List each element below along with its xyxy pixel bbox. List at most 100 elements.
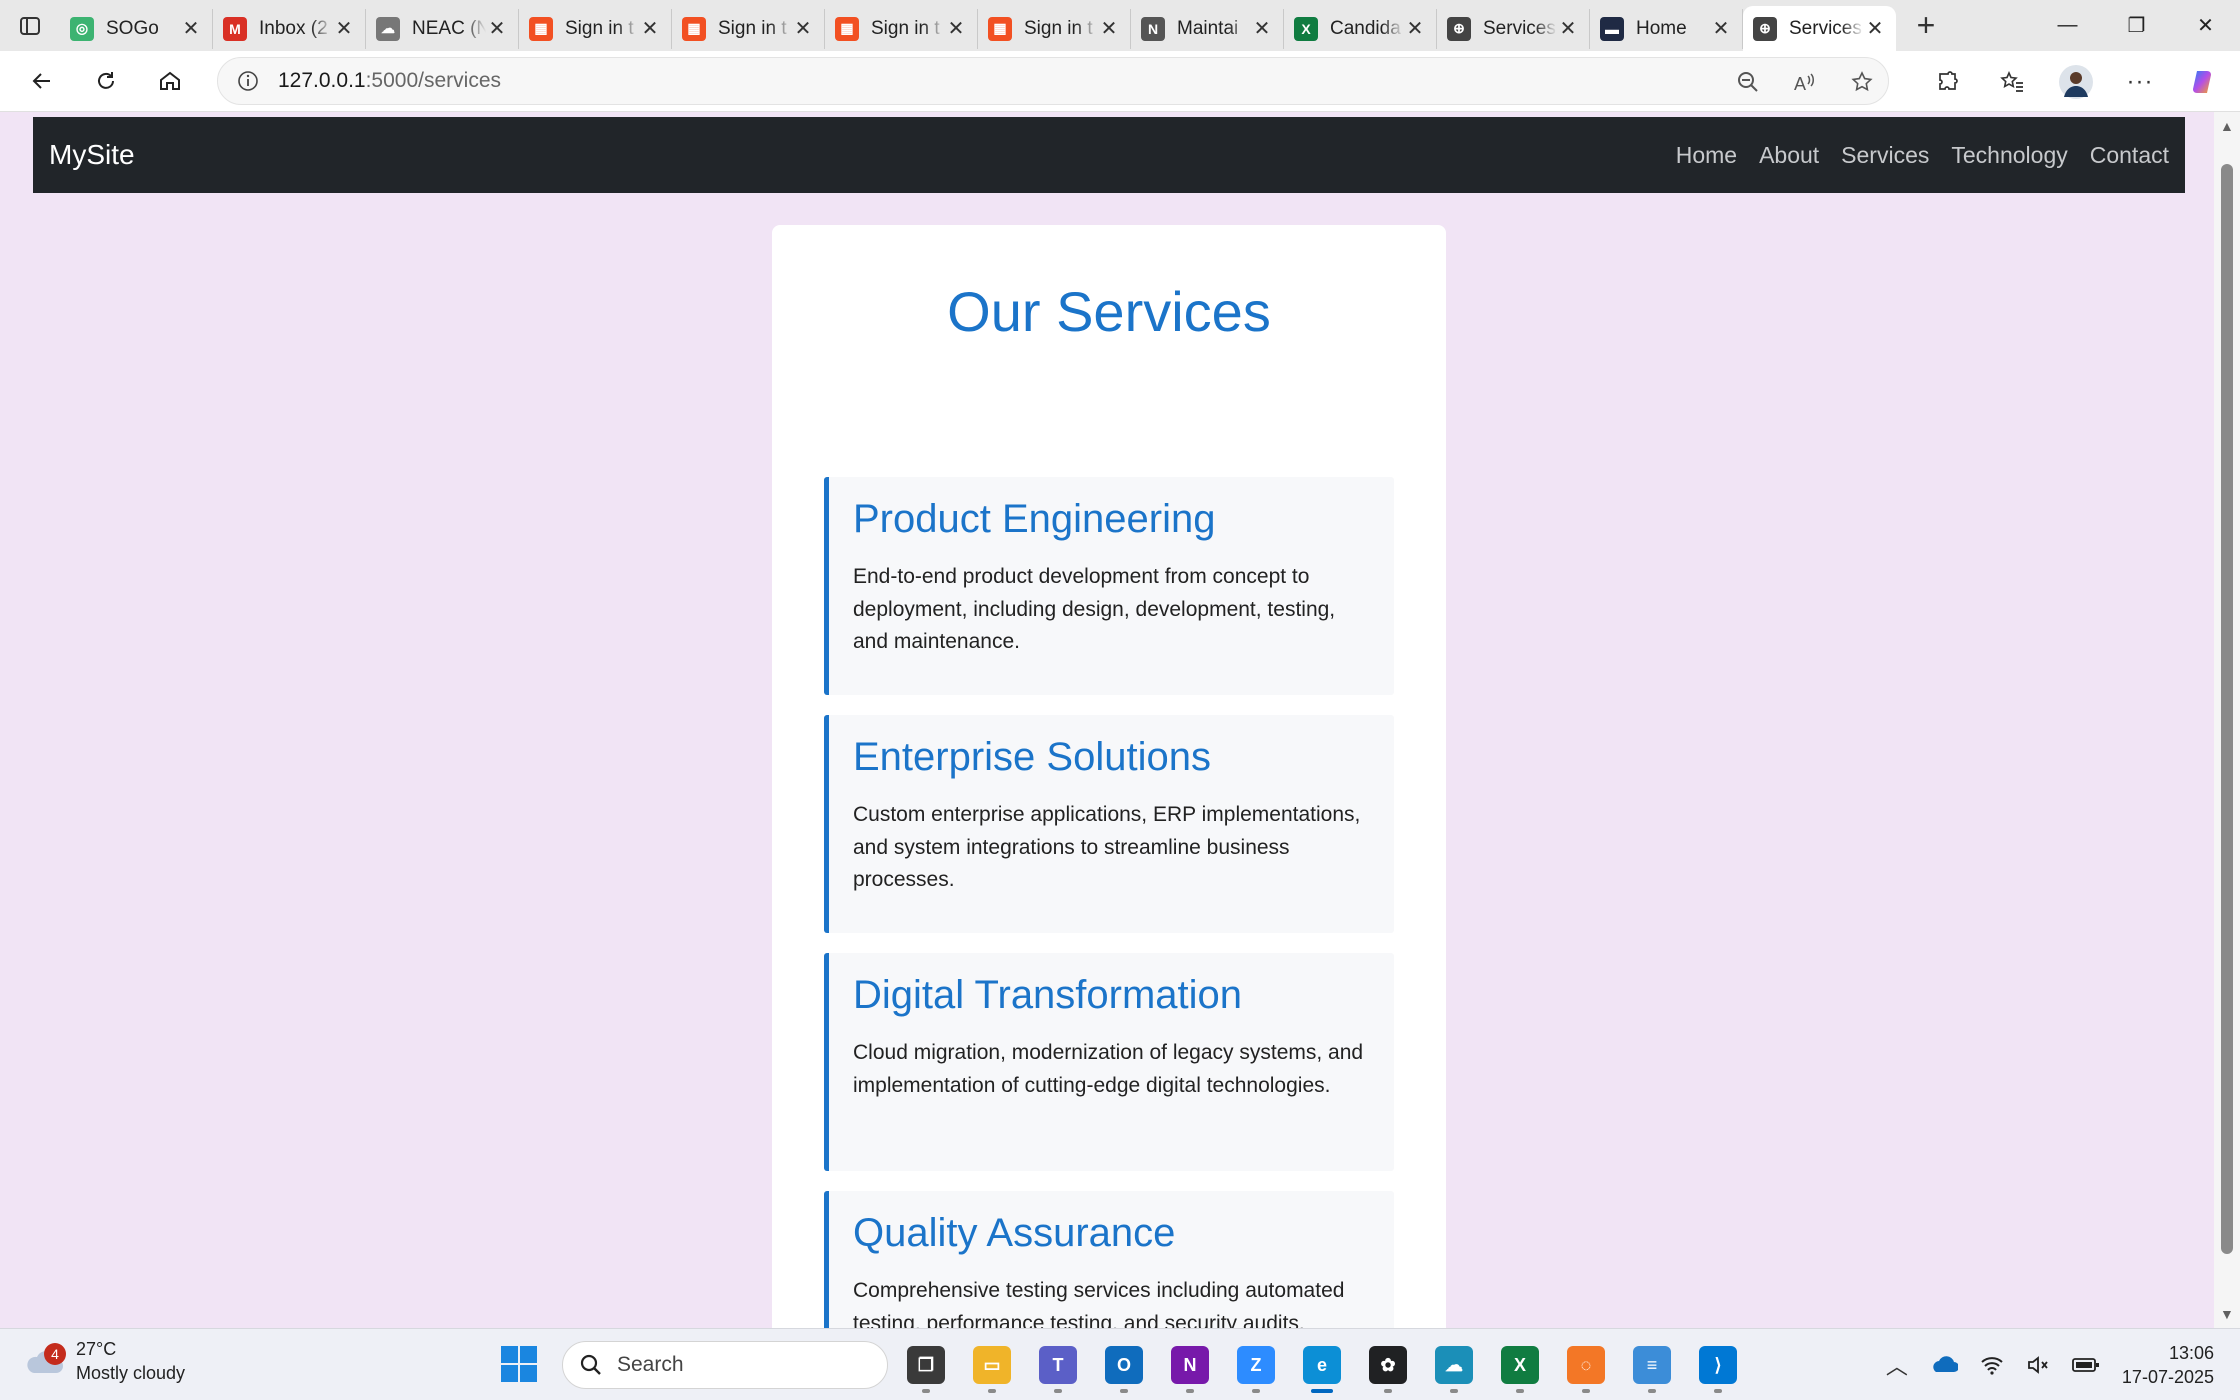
- taskbar-app-notepad[interactable]: ≡: [1628, 1339, 1676, 1393]
- tab-close-icon[interactable]: ✕: [1404, 16, 1426, 41]
- copilot-button[interactable]: [2182, 60, 2226, 104]
- tab-close-icon[interactable]: ✕: [792, 16, 814, 41]
- extensions-button[interactable]: [1926, 60, 1970, 104]
- browser-tab[interactable]: ⊕ Services ✕: [1437, 8, 1590, 49]
- nav-link-services[interactable]: Services: [1841, 142, 1929, 169]
- running-indicator: [1450, 1389, 1458, 1393]
- site-brand[interactable]: MySite: [49, 139, 135, 171]
- new-tab-button[interactable]: +: [1896, 0, 1956, 51]
- browser-tab[interactable]: ▦ Sign in t ✕: [519, 8, 672, 49]
- clock-date: 17-07-2025: [2121, 1367, 2214, 1387]
- browser-tab[interactable]: ▬ Home ✕: [1590, 8, 1743, 49]
- globe-icon: ⊕: [1753, 16, 1777, 41]
- tab-close-icon[interactable]: ✕: [1864, 16, 1886, 41]
- tab-close-icon[interactable]: ✕: [1557, 16, 1579, 41]
- site-info-icon[interactable]: [218, 70, 278, 92]
- excel-icon: X: [1294, 16, 1318, 41]
- tab-close-icon[interactable]: ✕: [1710, 16, 1732, 41]
- weather-condition: Mostly cloudy: [76, 1363, 186, 1383]
- volume-muted-icon[interactable]: [2026, 1354, 2050, 1376]
- tab-title: Sign in t: [1024, 17, 1093, 39]
- running-indicator: [1384, 1389, 1392, 1393]
- close-window-button[interactable]: ✕: [2171, 0, 2240, 51]
- browser-tab[interactable]: N Maintai ✕: [1131, 8, 1284, 49]
- nav-link-about[interactable]: About: [1759, 142, 1819, 169]
- minimize-button[interactable]: —: [2033, 0, 2102, 51]
- taskbar-app-outlook[interactable]: O: [1100, 1339, 1148, 1393]
- taskbar-app-chatgpt[interactable]: ✿: [1364, 1339, 1412, 1393]
- taskbar-app-onenote[interactable]: N: [1166, 1339, 1214, 1393]
- weather-badge: 4: [44, 1343, 66, 1365]
- service-description: End-to-end product development from conc…: [853, 565, 1336, 653]
- taskbar-app-teams[interactable]: T: [1034, 1339, 1082, 1393]
- restore-button[interactable]: ❐: [2102, 0, 2171, 51]
- url-path: :5000/services: [365, 69, 501, 92]
- tab-close-icon[interactable]: ✕: [180, 16, 202, 41]
- clock[interactable]: 13:06 17-07-2025: [2122, 1341, 2214, 1389]
- tab-close-icon[interactable]: ✕: [945, 16, 967, 41]
- favorites-list-icon: [2000, 70, 2023, 92]
- taskbar-app-onedrive-app[interactable]: ☁: [1430, 1339, 1478, 1393]
- favorite-star-icon[interactable]: [1850, 70, 1874, 94]
- scrollbar-thumb[interactable]: [2221, 164, 2233, 1254]
- nav-link-home[interactable]: Home: [1676, 142, 1737, 169]
- start-button[interactable]: [500, 1345, 538, 1388]
- wifi-icon[interactable]: [1980, 1354, 2004, 1376]
- profile-avatar[interactable]: [2054, 60, 2098, 104]
- zoom-out-icon[interactable]: [1736, 70, 1760, 94]
- taskbar-app-task-view[interactable]: ❐: [902, 1339, 950, 1393]
- taskbar-app-vscode[interactable]: ⟩: [1694, 1339, 1742, 1393]
- favorites-button[interactable]: [1990, 60, 2034, 104]
- scroll-down-arrow-icon[interactable]: ▼: [2220, 1306, 2234, 1322]
- microsoft-icon: ▦: [988, 16, 1012, 41]
- nav-link-contact[interactable]: Contact: [2090, 142, 2169, 169]
- address-bar[interactable]: 127.0.0.1:5000/services A: [217, 57, 1889, 105]
- taskbar-app-jupyter[interactable]: ◌: [1562, 1339, 1610, 1393]
- page-viewport: MySite Home About Services Technology Co…: [0, 112, 2240, 1328]
- site-navbar: MySite Home About Services Technology Co…: [33, 117, 2185, 193]
- read-aloud-icon[interactable]: A: [1792, 70, 1818, 94]
- outlook-icon: O: [1105, 1346, 1143, 1384]
- browser-tab[interactable]: M Inbox (2 ✕: [213, 8, 366, 49]
- tab-close-icon[interactable]: ✕: [639, 16, 661, 41]
- browser-tab[interactable]: ▦ Sign in t ✕: [825, 8, 978, 49]
- browser-tab[interactable]: ▦ Sign in t ✕: [672, 8, 825, 49]
- settings-more-button[interactable]: ···: [2118, 60, 2162, 104]
- taskbar-app-edge[interactable]: e: [1298, 1339, 1346, 1393]
- tab-close-icon[interactable]: ✕: [1251, 16, 1273, 41]
- tab-actions-button[interactable]: [0, 0, 60, 51]
- sogo-icon: ◎: [70, 16, 94, 41]
- back-button[interactable]: [10, 51, 74, 112]
- browser-tab[interactable]: ▦ Sign in t ✕: [978, 8, 1131, 49]
- tab-title: NEAC (N: [412, 17, 486, 39]
- browser-tab[interactable]: X Candida ✕: [1284, 8, 1437, 49]
- home-button[interactable]: [138, 51, 202, 112]
- refresh-button[interactable]: [74, 51, 138, 112]
- taskbar-search[interactable]: Search: [562, 1341, 888, 1389]
- taskbar-app-excel[interactable]: X: [1496, 1339, 1544, 1393]
- service-description: Comprehensive testing services including…: [853, 1279, 1345, 1328]
- scroll-up-arrow-icon[interactable]: ▲: [2220, 118, 2234, 134]
- onedrive-icon[interactable]: [1930, 1355, 1958, 1375]
- taskbar-app-file-explorer[interactable]: ▭: [968, 1339, 1016, 1393]
- tab-close-icon[interactable]: ✕: [1098, 16, 1120, 41]
- service-item-enterprise-solutions: Enterprise Solutions Custom enterprise a…: [824, 715, 1394, 933]
- service-title: Enterprise Solutions: [853, 735, 1211, 779]
- service-item-digital-transformation: Digital Transformation Cloud migration, …: [824, 953, 1394, 1171]
- window-controls: — ❐ ✕: [2033, 0, 2240, 51]
- nav-link-technology[interactable]: Technology: [1951, 142, 2067, 169]
- browser-tab[interactable]: ☁ NEAC (N ✕: [366, 8, 519, 49]
- tab-active[interactable]: ⊕ Services ✕: [1743, 6, 1896, 51]
- page-scrollbar[interactable]: ▲ ▼: [2214, 112, 2240, 1328]
- tab-close-icon[interactable]: ✕: [486, 16, 508, 41]
- chevron-up-icon[interactable]: ︿: [1886, 1349, 1908, 1381]
- battery-icon[interactable]: [2072, 1356, 2100, 1374]
- browser-toolbar: 127.0.0.1:5000/services A ···: [0, 51, 2240, 112]
- taskbar-app-zoom[interactable]: Z: [1232, 1339, 1280, 1393]
- weather-widget[interactable]: 4 27°C Mostly cloudy: [24, 1337, 185, 1385]
- avatar-icon: [2059, 64, 2093, 99]
- service-title: Digital Transformation: [853, 973, 1243, 1017]
- refresh-icon: [98, 72, 114, 89]
- browser-tab[interactable]: ◎ SOGo ✕: [60, 8, 213, 49]
- tab-close-icon[interactable]: ✕: [333, 16, 355, 41]
